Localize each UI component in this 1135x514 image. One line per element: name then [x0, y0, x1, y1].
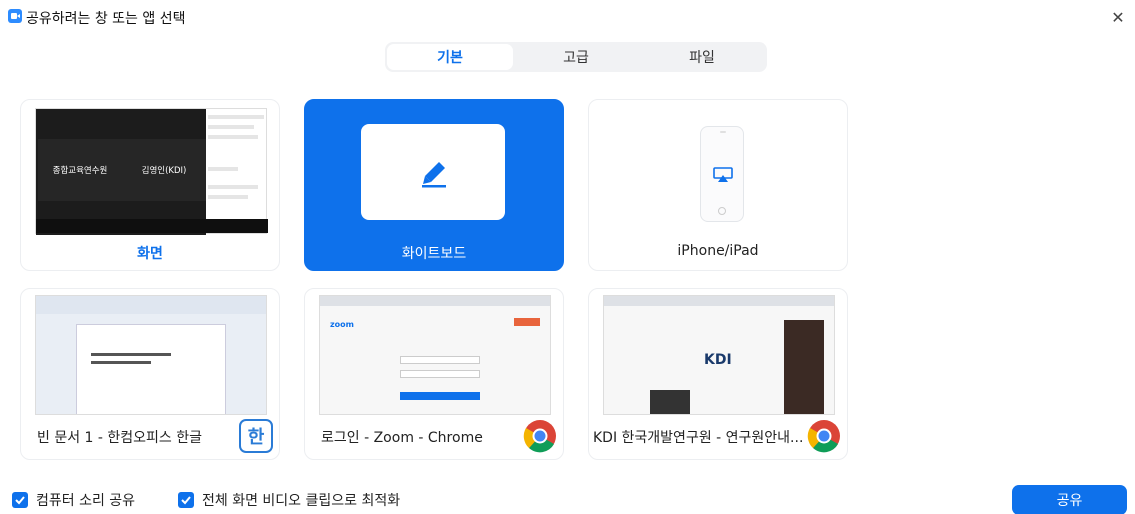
share-window-kdi-chrome[interactable]: KDI KDI 한국개발연구원 - 연구원안내...	[588, 288, 848, 460]
hancom-thumbnail	[35, 295, 267, 415]
tab-files[interactable]: 파일	[639, 44, 765, 70]
pen-icon	[422, 162, 446, 188]
share-option-iphone-ipad[interactable]: iPhone/iPad	[588, 99, 848, 271]
share-button[interactable]: 공유	[1012, 485, 1127, 514]
screen-label: 화면	[137, 246, 163, 262]
footer: 컴퓨터 소리 공유 전체 화면 비디오 클립으로 최적화 공유	[0, 482, 1135, 514]
zoom-app-icon	[8, 9, 22, 23]
share-sound-checkbox[interactable]: 컴퓨터 소리 공유	[12, 490, 135, 510]
whiteboard-thumbnail	[361, 124, 505, 220]
share-option-whiteboard[interactable]: 화이트보드	[304, 99, 564, 271]
app-title-kdi-chrome: KDI 한국개발연구원 - 연구원안내...	[593, 430, 804, 446]
share-window-hancom[interactable]: 빈 문서 1 - 한컴오피스 한글 한	[20, 288, 280, 460]
whiteboard-label: 화이트보드	[401, 246, 467, 262]
tab-basic[interactable]: 기본	[387, 44, 513, 70]
share-window-zoom-chrome[interactable]: zoom 로그인 - Zoom - Chrome	[304, 288, 564, 460]
app-title-hancom: 빈 문서 1 - 한컴오피스 한글	[37, 430, 203, 446]
tab-advanced[interactable]: 고급	[513, 44, 639, 70]
checkbox-checked-icon	[12, 492, 28, 508]
chrome-icon	[807, 420, 840, 453]
video-tile-right: 김영인(KDI)	[122, 139, 206, 201]
airplay-icon	[713, 167, 733, 182]
chrome-icon	[523, 420, 556, 453]
window-title: 공유하려는 창 또는 앱 선택	[26, 11, 186, 27]
optimize-video-label: 전체 화면 비디오 클립으로 최적화	[202, 493, 401, 509]
phone-thumbnail	[700, 126, 744, 222]
share-tabs: 기본 고급 파일	[385, 42, 767, 72]
svg-text:한: 한	[248, 427, 265, 448]
screen-thumbnail: 종합교육연수원 김영인(KDI)	[35, 108, 268, 235]
kdi-thumbnail: KDI	[603, 295, 835, 415]
close-icon: ✕	[1111, 7, 1125, 27]
video-tile-left: 종합교육연수원	[38, 139, 122, 201]
iphone-label: iPhone/iPad	[677, 243, 759, 259]
optimize-video-checkbox[interactable]: 전체 화면 비디오 클립으로 최적화	[178, 490, 400, 510]
share-sound-label: 컴퓨터 소리 공유	[36, 493, 136, 509]
title-bar: 공유하려는 창 또는 앱 선택 ✕	[0, 0, 1135, 34]
checkbox-checked-icon	[178, 492, 194, 508]
hancom-icon: 한	[239, 419, 273, 453]
close-button[interactable]: ✕	[1107, 6, 1129, 28]
app-title-zoom-chrome: 로그인 - Zoom - Chrome	[321, 430, 483, 446]
zoom-login-thumbnail: zoom	[319, 295, 551, 415]
share-option-screen[interactable]: 종합교육연수원 김영인(KDI) 화면	[20, 99, 280, 271]
